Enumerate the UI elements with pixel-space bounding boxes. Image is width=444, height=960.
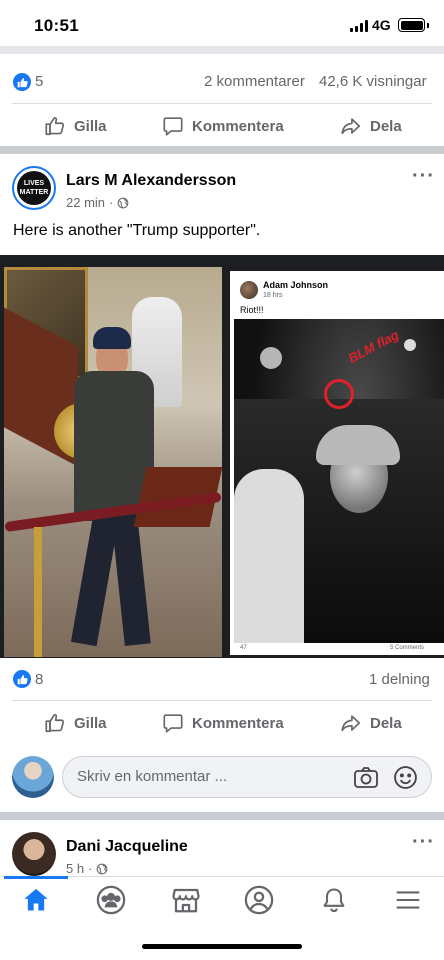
post3-author[interactable]: Dani Jacqueline (66, 838, 188, 856)
shared-photo: BLM flag (234, 319, 444, 643)
post3-meta: 5 h · (66, 861, 108, 876)
shared-author: Adam Johnson (263, 280, 329, 290)
comment-input[interactable]: Skriv en kommentar ... (62, 756, 432, 798)
shared-screenshot: Adam Johnson 18 hrs Riot!!! BLM flag 47 … (230, 271, 444, 655)
like-label: Gilla (74, 714, 107, 732)
annotation-text: BLM flag (345, 326, 402, 367)
dani-avatar[interactable] (12, 832, 56, 876)
left-photo (4, 267, 223, 657)
annotation-circle (324, 379, 354, 409)
post2-photo[interactable]: Adam Johnson 18 hrs Riot!!! BLM flag 47 … (0, 255, 444, 658)
profile-icon[interactable] (243, 884, 275, 916)
avatar-logo-text: LIVES MATTER (19, 180, 49, 196)
groups-icon[interactable] (95, 884, 127, 916)
notifications-icon[interactable] (318, 884, 350, 916)
like-label: Gilla (74, 117, 107, 135)
active-tab-indicator (4, 876, 68, 879)
post2-meta: 22 min · (66, 195, 129, 210)
post3-more-icon[interactable]: ··· (412, 831, 435, 854)
post3-time[interactable]: 5 h (66, 861, 84, 876)
comment-label: Kommentera (192, 714, 284, 732)
thumbs-up-icon (45, 116, 65, 136)
current-user-avatar[interactable] (12, 756, 54, 798)
post1-reactions-count[interactable]: 5 (35, 73, 43, 90)
post2-like-button[interactable]: Gilla (44, 712, 107, 734)
globe-icon (117, 197, 129, 208)
emoji-icon[interactable] (393, 765, 418, 790)
share-label: Dela (370, 714, 402, 732)
post2-reactions-count[interactable]: 8 (35, 671, 43, 688)
post2-shares-count[interactable]: 1 delning (369, 671, 430, 688)
comment-icon (163, 117, 183, 136)
thumbs-up-icon (45, 713, 65, 733)
post2-comment-button[interactable]: Kommentera (162, 712, 284, 734)
home-indicator[interactable] (142, 944, 302, 949)
comment-label: Kommentera (192, 117, 284, 135)
post1-views-count: 42,6 K visningar (319, 73, 427, 90)
camera-icon[interactable] (353, 766, 379, 790)
post1-comment-button[interactable]: Kommentera (162, 115, 284, 137)
share-icon (341, 118, 361, 135)
shared-avatar (240, 281, 258, 299)
divider (12, 103, 432, 104)
like-reaction-icon (13, 73, 31, 91)
comment-icon (163, 714, 183, 733)
status-bar: 10:51 4G (0, 0, 444, 52)
signal-icon (350, 20, 368, 32)
post-separator (0, 812, 444, 820)
shared-reactions: 47 (240, 645, 247, 651)
bottom-tab-bar (0, 876, 444, 926)
lars-avatar[interactable]: LIVES MATTER (12, 166, 56, 210)
marketplace-icon[interactable] (170, 884, 202, 916)
shared-comments: 5 Comments (390, 645, 425, 651)
post2-author[interactable]: Lars M Alexandersson (66, 172, 236, 190)
share-label: Dela (370, 117, 402, 135)
divider (12, 700, 432, 701)
network-type: 4G (372, 17, 391, 33)
globe-icon (97, 863, 108, 874)
post-separator (0, 146, 444, 154)
post2-time[interactable]: 22 min (66, 195, 105, 210)
share-icon (341, 715, 361, 732)
post2-more-icon[interactable]: ··· (412, 165, 435, 188)
post1-like-button[interactable]: Gilla (44, 115, 107, 137)
shared-time: 18 hrs (263, 292, 283, 299)
home-icon[interactable] (20, 884, 52, 916)
like-reaction-icon (13, 670, 31, 688)
post1-share-button[interactable]: Dela (340, 115, 402, 137)
post2-text: Here is another "Trump supporter". (13, 222, 261, 239)
battery-icon (398, 18, 429, 32)
post2-share-button[interactable]: Dela (340, 712, 402, 734)
comment-placeholder: Skriv en kommentar ... (77, 768, 228, 785)
feed-separator (0, 46, 444, 54)
shared-text: Riot!!! (240, 305, 264, 315)
status-time: 10:51 (34, 16, 79, 35)
menu-icon[interactable] (392, 884, 424, 916)
post1-comments-count[interactable]: 2 kommentarer (204, 73, 305, 90)
